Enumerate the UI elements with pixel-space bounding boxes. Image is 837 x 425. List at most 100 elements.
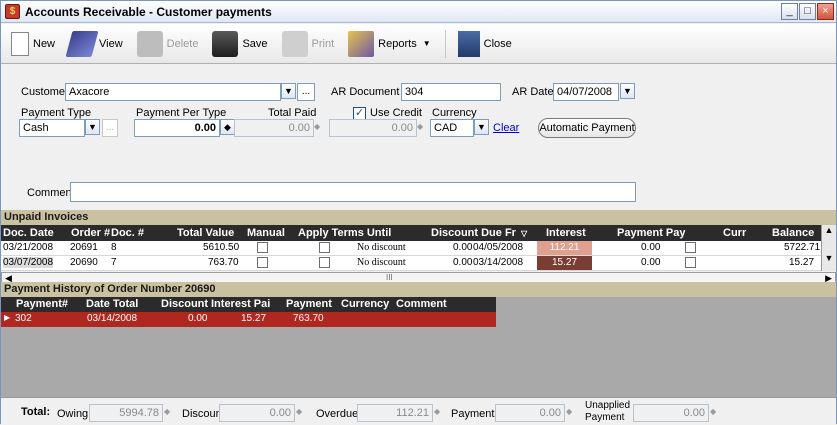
ar-date-input[interactable]: 04/07/2008	[553, 83, 619, 101]
payment-label: Payment	[451, 408, 495, 420]
cell-date: 03/14/2008	[87, 313, 138, 324]
scroll-down-icon[interactable]: ▼	[822, 253, 836, 263]
payment-spinner-icon: ◆	[566, 407, 573, 416]
col-doc-date[interactable]: Doc. Date	[3, 227, 54, 239]
col-doc[interactable]: Doc. #	[111, 227, 144, 239]
col-comment[interactable]: Comment	[396, 298, 447, 310]
payment-type-lookup-button[interactable]: ...	[102, 119, 118, 137]
currency-select[interactable]: CAD	[430, 119, 474, 137]
payment-per-type-label: Payment Per Type	[136, 107, 227, 119]
window-controls: _ □ ×	[781, 3, 834, 20]
print-button[interactable]: Print	[281, 30, 334, 57]
close-window-button[interactable]: ×	[817, 3, 834, 20]
payment-type-dropdown-button[interactable]: ▼	[85, 119, 100, 135]
history-empty-area	[1, 327, 836, 397]
cell-interest: 15.27	[537, 256, 592, 270]
cell-payment: 0.00	[641, 242, 661, 253]
cell-discount: 0.00	[453, 242, 473, 253]
apply-terms-checkbox[interactable]	[319, 242, 330, 253]
payment-per-type-input[interactable]: 0.00	[134, 119, 220, 137]
cell-due-date: 04/05/2008	[473, 242, 524, 253]
col-interest-paid[interactable]: Interest Pai	[211, 298, 270, 310]
comment-input[interactable]	[70, 182, 636, 202]
app-icon: $	[5, 4, 20, 19]
col-date-total[interactable]: Date Total	[86, 298, 138, 310]
table-row[interactable]: ▶ 302 03/14/2008 0.00 15.27 763.70	[1, 312, 496, 327]
unapplied-label-line1: Unapplied	[585, 400, 631, 411]
col-balance[interactable]: Balance	[772, 227, 814, 239]
cell-terms: No discount	[357, 242, 406, 253]
cell-order: 20690	[70, 257, 98, 268]
overdue-value: 112.21	[357, 404, 433, 422]
scroll-up-icon[interactable]: ▲	[822, 225, 836, 235]
cell-doc: 8	[111, 242, 117, 253]
close-button[interactable]: Close	[457, 30, 512, 57]
unpaid-vertical-scrollbar[interactable]: ▲ ▼	[821, 225, 836, 271]
total-paid-spinner-icon: ◆	[314, 122, 321, 131]
payment-per-type-spinner[interactable]: ◆	[220, 119, 235, 135]
col-interest[interactable]: Interest	[546, 227, 586, 239]
pay-checkbox[interactable]	[685, 242, 696, 253]
cell-due-date: 03/14/2008	[473, 257, 524, 268]
exit-door-icon	[457, 30, 480, 57]
use-credit-spinner-icon: ◆	[417, 122, 424, 131]
payment-history-header: Payment History of Order Number 20690	[1, 282, 836, 297]
customer-input[interactable]: Axacore	[65, 83, 281, 101]
total-paid-label: Total Paid	[268, 107, 317, 119]
payment-type-select[interactable]: Cash	[19, 119, 85, 137]
pay-checkbox[interactable]	[685, 257, 696, 268]
clear-link[interactable]: Clear	[493, 122, 519, 134]
apply-terms-checkbox[interactable]	[319, 257, 330, 268]
customer-lookup-button[interactable]: ...	[297, 83, 315, 101]
ar-date-picker-button[interactable]: ▼	[620, 83, 635, 99]
unapplied-spinner-icon: ◆	[710, 407, 717, 416]
print-icon	[281, 30, 308, 57]
new-document-icon	[11, 31, 29, 56]
unapplied-label-line2: Payment	[585, 412, 625, 423]
discount-value: 0.00	[219, 404, 295, 422]
scroll-thumb-grip[interactable]: III	[386, 273, 393, 282]
owing-label: Owing	[57, 408, 89, 420]
cell-interest: 112.21	[537, 241, 592, 255]
manual-checkbox[interactable]	[257, 257, 268, 268]
cell-total: 763.70	[208, 257, 239, 268]
col-discount[interactable]: Discount	[161, 298, 208, 310]
currency-dropdown-button[interactable]: ▼	[474, 119, 489, 135]
cell-balance: 15.27	[789, 257, 815, 268]
maximize-button[interactable]: □	[799, 3, 816, 20]
col-curr[interactable]: Curr	[723, 227, 746, 239]
view-button[interactable]: View	[65, 30, 123, 57]
col-payment-pay[interactable]: Payment Pay	[617, 227, 685, 239]
cell-doc: 7	[111, 257, 117, 268]
new-button[interactable]: New	[11, 31, 55, 56]
table-row[interactable]: 03/21/2008 20691 8 5610.50 No discount 0…	[1, 241, 821, 256]
manual-checkbox[interactable]	[257, 242, 268, 253]
col-apply-terms[interactable]: Apply Terms Until	[298, 227, 391, 239]
comment-label: Comment	[27, 187, 75, 199]
col-discount-due[interactable]: Discount Due Fr	[431, 227, 516, 239]
table-row[interactable]: 03/07/2008 20690 7 763.70 No discount 0.…	[1, 256, 821, 271]
cell-balance: 5722.71	[784, 242, 821, 253]
delete-icon	[136, 30, 163, 57]
col-order[interactable]: Order #	[71, 227, 110, 239]
customer-dropdown-button[interactable]: ▼	[281, 83, 296, 99]
reports-button[interactable]: Reports ▼	[348, 30, 431, 57]
col-currency[interactable]: Currency	[341, 298, 389, 310]
col-manual[interactable]: Manual	[247, 227, 285, 239]
cell-discount: 0.00	[188, 313, 208, 324]
ar-document-input[interactable]: 304	[401, 83, 501, 101]
col-total-value[interactable]: Total Value	[177, 227, 234, 239]
minimize-button[interactable]: _	[781, 3, 798, 20]
window-title: Accounts Receivable - Customer payments	[25, 5, 272, 19]
cell-payment: 0.00	[641, 257, 661, 268]
payment-value: 0.00	[495, 404, 565, 422]
toolbar: New View Delete Save Print Reports ▼ Clo…	[1, 24, 836, 64]
col-payment[interactable]: Payment	[286, 298, 332, 310]
unpaid-invoices-header: Unpaid Invoices	[1, 210, 836, 225]
col-payment-no[interactable]: Payment#	[16, 298, 68, 310]
cell-doc-date: 03/07/2008	[3, 257, 54, 268]
save-button[interactable]: Save	[212, 30, 268, 57]
automatic-payment-button[interactable]: Automatic Payment	[538, 118, 636, 138]
delete-button[interactable]: Delete	[136, 30, 198, 57]
cell-doc-date: 03/21/2008	[3, 242, 54, 253]
